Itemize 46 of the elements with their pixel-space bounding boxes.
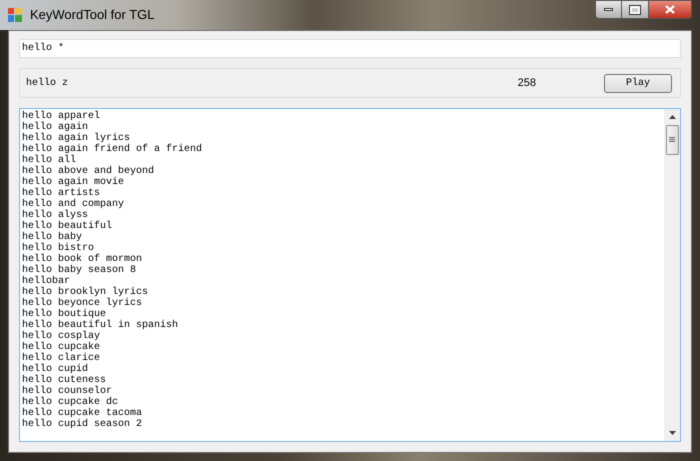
- search-field[interactable]: hello *: [19, 39, 681, 58]
- result-item[interactable]: hello beyonce lyrics: [22, 298, 142, 309]
- result-item[interactable]: hello again: [22, 122, 88, 133]
- result-item[interactable]: hello beautiful: [22, 221, 112, 232]
- result-item[interactable]: hello again lyrics: [22, 133, 130, 144]
- scroll-up-icon[interactable]: [668, 115, 676, 119]
- result-item[interactable]: hello apparel: [22, 111, 100, 122]
- grip-icon: [669, 137, 675, 143]
- result-item[interactable]: hellobar: [22, 276, 70, 287]
- result-item[interactable]: hello again friend of a friend: [22, 144, 202, 155]
- count-label: 258: [518, 76, 536, 91]
- minimize-icon: [604, 8, 613, 11]
- window-title: KeyWordTool for TGL: [30, 6, 155, 24]
- result-item[interactable]: hello and company: [22, 199, 124, 210]
- scroll-thumb[interactable]: [666, 125, 678, 155]
- keyword-label: hello z: [26, 76, 68, 90]
- result-item[interactable]: hello all: [22, 155, 76, 166]
- result-item[interactable]: hello boutique: [22, 309, 106, 320]
- result-item[interactable]: hello bistro: [22, 243, 94, 254]
- result-item[interactable]: hello alyss: [22, 210, 88, 221]
- result-item[interactable]: hello cupid: [22, 364, 88, 375]
- result-item[interactable]: hello cupcake tacoma: [22, 408, 142, 419]
- result-item[interactable]: hello above and beyond: [22, 166, 154, 177]
- result-item[interactable]: hello artists: [22, 188, 100, 199]
- result-item[interactable]: hello counselor: [22, 386, 112, 397]
- result-item[interactable]: hello baby season 8: [22, 265, 136, 276]
- close-button[interactable]: [648, 0, 692, 19]
- result-item[interactable]: hello clarice: [22, 353, 100, 364]
- app-icon: [8, 8, 22, 22]
- result-item[interactable]: hello cosplay: [22, 331, 100, 342]
- result-item[interactable]: hello again movie: [22, 177, 124, 188]
- result-item[interactable]: hello cupid season 2: [22, 419, 142, 430]
- result-item[interactable]: hello brooklyn lyrics: [22, 287, 148, 298]
- result-item[interactable]: hello baby: [22, 232, 82, 243]
- play-button[interactable]: Play: [604, 74, 672, 92]
- result-item[interactable]: hello beautiful in spanish: [22, 320, 178, 331]
- minimize-button[interactable]: [595, 0, 622, 19]
- maximize-button[interactable]: [622, 0, 648, 19]
- result-item[interactable]: hello book of mormon: [22, 254, 142, 265]
- scroll-down-icon[interactable]: [668, 431, 676, 435]
- result-item[interactable]: hello cuteness: [22, 375, 106, 386]
- maximize-icon: [630, 6, 640, 14]
- close-icon: [665, 5, 675, 14]
- result-item[interactable]: hello cupcake: [22, 342, 100, 353]
- scrollbar[interactable]: [664, 109, 680, 441]
- result-item[interactable]: hello cupcake dc: [22, 397, 118, 408]
